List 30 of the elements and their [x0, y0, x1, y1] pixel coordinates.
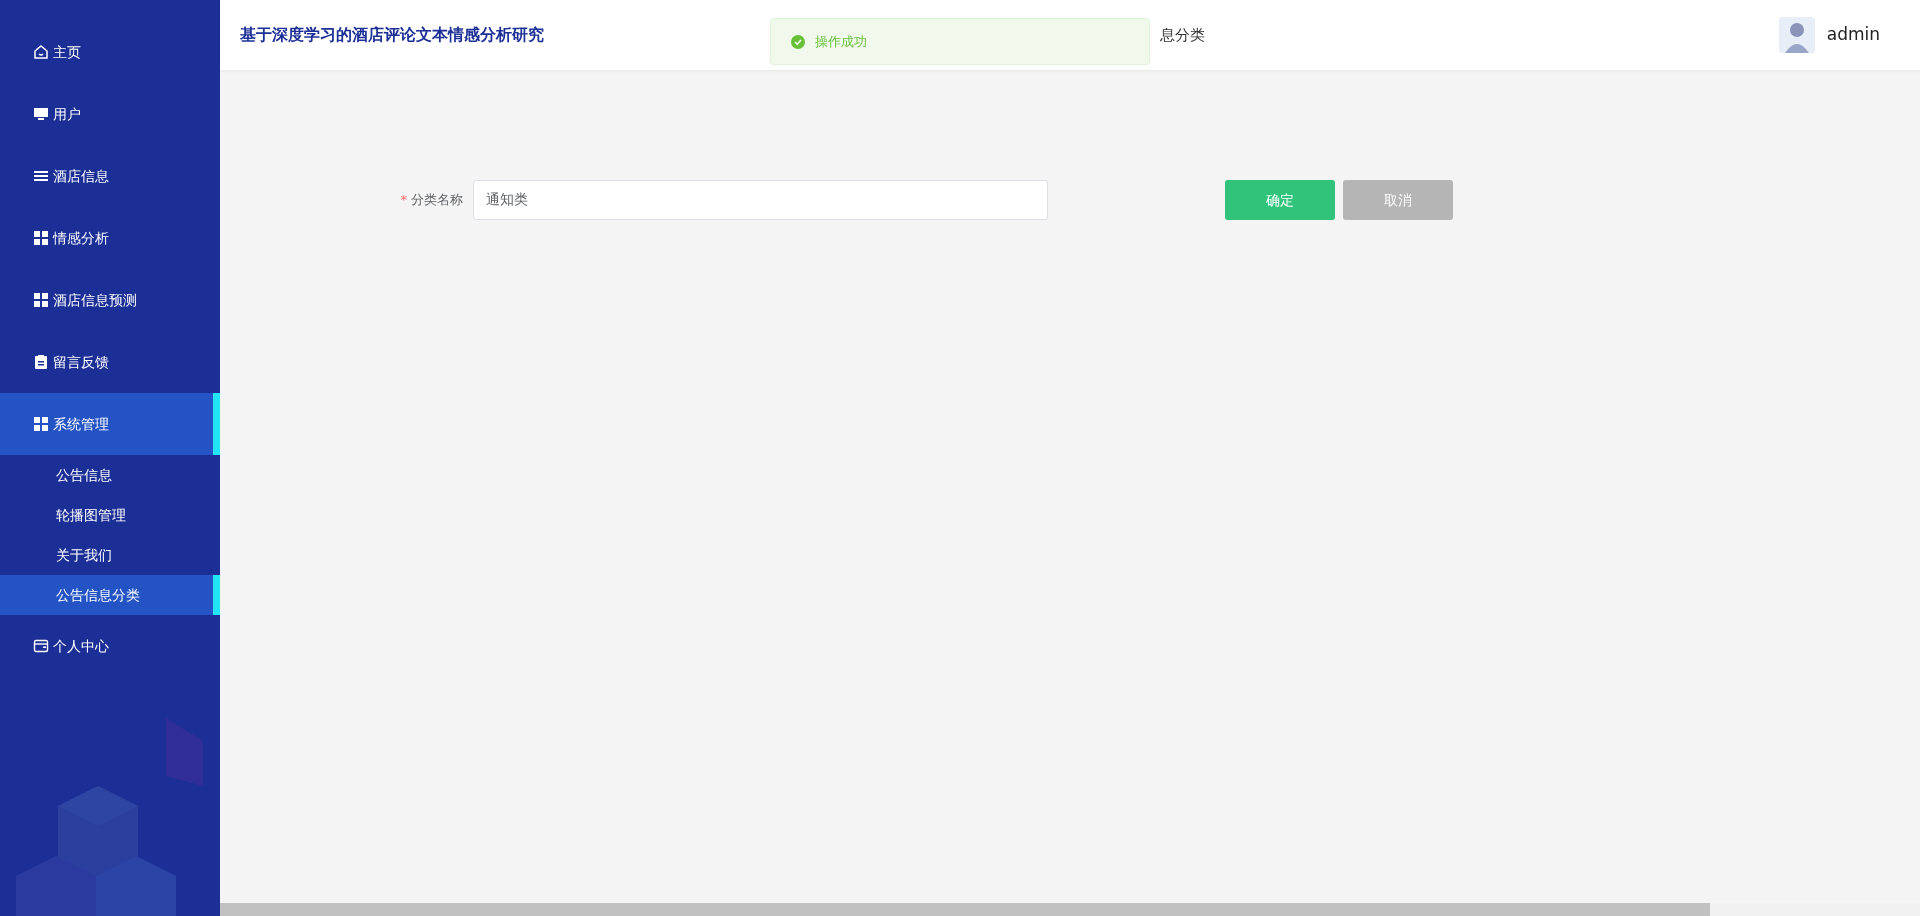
wallet-icon — [33, 638, 49, 654]
sidebar-item[interactable]: 系统管理 — [0, 393, 220, 455]
submenu-item[interactable]: 公告信息分类 — [0, 575, 220, 615]
breadcrumb-text: 息分类 — [1160, 24, 1205, 46]
grid-icon — [33, 416, 49, 432]
scrollbar[interactable] — [220, 903, 1920, 916]
check-circle-icon — [791, 34, 805, 49]
avatar-icon[interactable] — [1778, 17, 1815, 53]
sidebar-item[interactable]: 酒店信息预测 — [0, 269, 220, 331]
user-name[interactable]: admin — [1826, 22, 1880, 48]
toast-text: 操作成功 — [815, 32, 867, 51]
clipboard-icon — [33, 354, 49, 370]
sidebar-item[interactable]: 用户 — [0, 83, 220, 145]
list-icon — [33, 168, 49, 184]
sidebar-item[interactable]: 主页 — [0, 21, 220, 83]
sidebar-item[interactable]: 酒店信息 — [0, 145, 220, 207]
home-icon — [33, 44, 49, 60]
label-text: 分类名称 — [411, 192, 463, 208]
grid-icon — [33, 230, 49, 246]
sidebar-item[interactable]: 留言反馈 — [0, 331, 220, 393]
sidebar-item[interactable]: 情感分析 — [0, 207, 220, 269]
monitor-icon — [33, 106, 49, 122]
app-title: 基于深度学习的酒店评论文本情感分析研究 — [240, 25, 544, 44]
input-field[interactable]: 通知类 — [473, 180, 1048, 220]
submenu-item[interactable]: 关于我们 — [0, 535, 220, 575]
submenu-item[interactable]: 公告信息 — [0, 455, 220, 495]
required-asterisk: * — [400, 192, 407, 208]
sidebar-item[interactable]: 个人中心 — [0, 615, 220, 677]
grid-icon — [33, 292, 49, 308]
submenu-item[interactable]: 轮播图管理 — [0, 495, 220, 535]
